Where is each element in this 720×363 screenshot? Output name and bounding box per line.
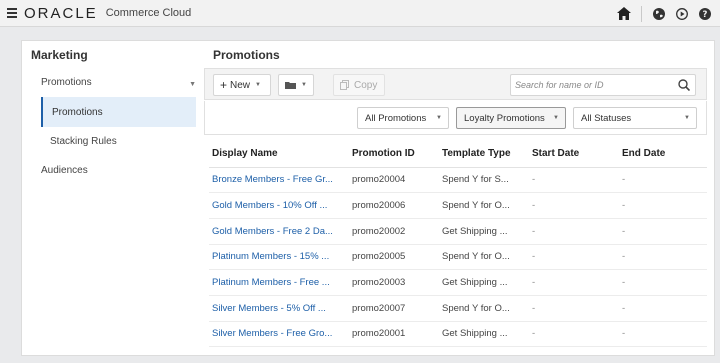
end-date-cell: - — [619, 218, 707, 245]
globe-icon[interactable] — [652, 7, 666, 21]
promotion-name-link[interactable]: Silver Members - 5% Off ... — [209, 295, 349, 322]
end-date-cell: - — [619, 269, 707, 296]
sidebar-item-promotions-group[interactable]: Promotions — [41, 77, 92, 88]
product-name: Commerce Cloud — [105, 7, 192, 19]
template-type-cell: Get Shipping ... — [439, 269, 529, 296]
promotion-id-cell: promo20004 — [349, 167, 439, 194]
table-row[interactable]: Silver Members - 5% Off ... promo20007 Spe… — [209, 295, 707, 322]
template-type-cell: Get Shipping ... — [439, 218, 529, 245]
promotion-name-link[interactable]: Platinum Members - Free ... — [209, 269, 349, 296]
chevron-down-icon: ▼ — [255, 82, 261, 88]
column-header[interactable]: Template Type — [439, 141, 529, 168]
table-row[interactable]: Silver Members - Free Gro... promo20001 Ge… — [209, 321, 707, 348]
column-header[interactable]: Display Name — [209, 141, 349, 168]
chevron-down-icon[interactable]: ▼ — [189, 81, 196, 88]
chevron-down-icon: ▼ — [301, 82, 307, 88]
template-type-cell: Spend Y for O... — [439, 192, 529, 219]
promotion-name-link[interactable]: Silver Members - Free Gro... — [209, 321, 349, 348]
start-date-cell: - — [529, 269, 619, 296]
template-type-cell: Spend Y for O... — [439, 295, 529, 322]
promotion-id-cell: promo20002 — [349, 218, 439, 245]
help-icon[interactable]: ? — [698, 7, 712, 21]
promotion-name-link[interactable]: Platinum Members - 15% ... — [209, 244, 349, 271]
sidebar-item-stacking-rules[interactable]: Stacking Rules — [50, 136, 117, 147]
start-date-cell: - — [529, 321, 619, 348]
template-type-cell: Get Shipping ... — [439, 321, 529, 348]
chevron-down-icon: ▼ — [436, 115, 442, 121]
end-date-cell: - — [619, 192, 707, 219]
promotion-type-select[interactable]: All Promotions ▼ — [357, 107, 449, 129]
promotions-content: Promotions + New ▼ ▼ Copy All Promot — [204, 41, 716, 355]
sidebar-item-audiences[interactable]: Audiences — [41, 165, 88, 176]
promotion-id-cell: promo20006 — [349, 192, 439, 219]
start-date-cell: - — [529, 218, 619, 245]
oracle-logo: ORACLE — [24, 4, 98, 22]
promotion-id-cell: promo20007 — [349, 295, 439, 322]
table-row[interactable]: Bronze Members - Free Gr... promo20004 Spe… — [209, 167, 707, 194]
page-title: Promotions — [213, 48, 280, 62]
copy-button[interactable]: Copy — [333, 74, 385, 96]
new-button[interactable]: + New ▼ — [213, 74, 271, 96]
promotion-name-link[interactable]: Bronze Members - Free Gr... — [209, 167, 349, 194]
folder-filter-select[interactable]: Loyalty Promotions ▼ — [456, 107, 566, 129]
status-filter-value: All Statuses — [581, 112, 632, 124]
sidebar: Marketing Promotions ▼ Promotions Stacki… — [22, 41, 204, 355]
promotion-id-cell: promo20003 — [349, 269, 439, 296]
folder-icon — [285, 82, 296, 89]
start-date-cell: - — [529, 244, 619, 271]
end-date-cell: - — [619, 321, 707, 348]
home-icon[interactable] — [617, 7, 631, 21]
chevron-down-icon: ▼ — [553, 115, 559, 121]
end-date-cell: - — [619, 244, 707, 271]
promotion-type-value: All Promotions — [365, 112, 427, 124]
copy-button-label: Copy — [354, 79, 378, 91]
promotion-name-link[interactable]: Gold Members - Free 2 Da... — [209, 218, 349, 245]
top-bar: ORACLE Commerce Cloud ? — [0, 0, 720, 27]
folder-filter-value: Loyalty Promotions — [464, 112, 545, 124]
end-date-cell: - — [619, 295, 707, 322]
search-input[interactable] — [511, 75, 671, 95]
svg-text:?: ? — [703, 10, 708, 20]
promotion-id-cell: promo20001 — [349, 321, 439, 348]
promotion-id-cell: promo20005 — [349, 244, 439, 271]
start-date-cell: - — [529, 192, 619, 219]
main-panel: Marketing Promotions ▼ Promotions Stacki… — [21, 40, 715, 356]
table-row[interactable]: Platinum Members - Free ... promo20003 Get… — [209, 269, 707, 296]
filter-row: All Promotions ▼ Loyalty Promotions ▼ Al… — [204, 101, 707, 135]
promotions-table: Display Name Promotion ID Template Type … — [209, 141, 707, 348]
table-row[interactable]: Platinum Members - 15% ... promo20005 Spen… — [209, 244, 707, 271]
template-type-cell: Spend Y for S... — [439, 167, 529, 194]
copy-icon — [340, 80, 349, 90]
new-button-label: New — [230, 79, 251, 91]
table-row[interactable]: Gold Members - Free 2 Da... promo20002 Get… — [209, 218, 707, 245]
divider — [641, 5, 642, 22]
start-date-cell: - — [529, 167, 619, 194]
column-header[interactable]: Start Date — [529, 141, 619, 168]
table-row[interactable]: Gold Members - 10% Off ... promo20006 Spen… — [209, 192, 707, 219]
play-icon[interactable] — [675, 7, 689, 21]
status-filter-select[interactable]: All Statuses ▼ — [573, 107, 697, 129]
column-header[interactable]: Promotion ID — [349, 141, 439, 168]
plus-icon: + — [220, 78, 228, 92]
sidebar-item-label: Promotions — [52, 107, 103, 118]
template-type-cell: Spend Y for O... — [439, 244, 529, 271]
toolbar: + New ▼ ▼ Copy — [204, 68, 707, 100]
table-body: Bronze Members - Free Gr... promo20004 Spe… — [209, 167, 707, 348]
search-icon[interactable] — [678, 79, 690, 91]
start-date-cell: - — [529, 295, 619, 322]
sidebar-item-promotions[interactable]: Promotions — [41, 97, 196, 127]
sidebar-title: Marketing — [31, 48, 88, 62]
hamburger-icon[interactable] — [7, 8, 17, 18]
search-box — [510, 74, 696, 96]
promotion-name-link[interactable]: Gold Members - 10% Off ... — [209, 192, 349, 219]
top-right-actions: ? — [617, 0, 712, 27]
end-date-cell: - — [619, 167, 707, 194]
table-header-row: Display Name Promotion ID Template Type … — [209, 141, 707, 168]
chevron-down-icon: ▼ — [684, 115, 690, 121]
column-header[interactable]: End Date — [619, 141, 707, 168]
folder-button[interactable]: ▼ — [278, 74, 314, 96]
